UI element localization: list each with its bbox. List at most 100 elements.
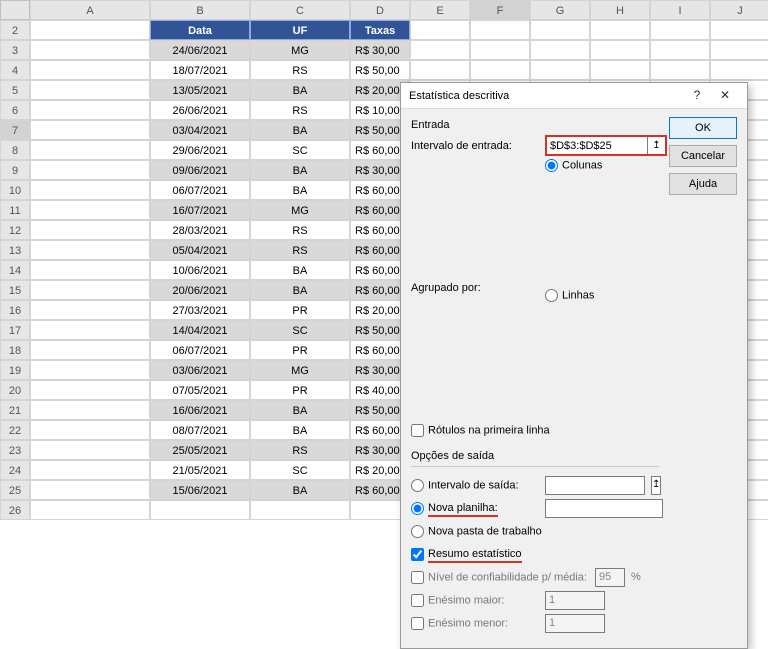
row-header-19[interactable]: 19 — [0, 360, 30, 380]
row-header-14[interactable]: 14 — [0, 260, 30, 280]
cell-A21[interactable] — [30, 400, 150, 420]
cell-E3[interactable] — [410, 40, 470, 60]
cell-B18[interactable]: 06/07/2021 — [150, 340, 250, 360]
row-header-5[interactable]: 5 — [0, 80, 30, 100]
cell-D4[interactable]: R$ 50,00 — [350, 60, 410, 80]
row-header-18[interactable]: 18 — [0, 340, 30, 360]
row-header-20[interactable]: 20 — [0, 380, 30, 400]
ok-button[interactable]: OK — [669, 117, 737, 139]
cell-A12[interactable] — [30, 220, 150, 240]
cell-C10[interactable]: BA — [250, 180, 350, 200]
cell-D3[interactable]: R$ 30,00 — [350, 40, 410, 60]
column-header-A[interactable]: A — [30, 0, 150, 20]
cell-C5[interactable]: BA — [250, 80, 350, 100]
cell-G2[interactable] — [530, 20, 590, 40]
cell-B2[interactable]: Data — [150, 20, 250, 40]
cell-C2[interactable]: UF — [250, 20, 350, 40]
row-header-7[interactable]: 7 — [0, 120, 30, 140]
select-all-corner[interactable] — [0, 0, 30, 20]
cell-B21[interactable]: 16/06/2021 — [150, 400, 250, 420]
cell-C8[interactable]: SC — [250, 140, 350, 160]
cell-C3[interactable]: MG — [250, 40, 350, 60]
help-icon[interactable]: ? — [683, 85, 711, 107]
cell-C17[interactable]: SC — [250, 320, 350, 340]
cell-C26[interactable] — [250, 500, 350, 520]
cell-B13[interactable]: 05/04/2021 — [150, 240, 250, 260]
cell-C12[interactable]: RS — [250, 220, 350, 240]
row-header-6[interactable]: 6 — [0, 100, 30, 120]
cell-C24[interactable]: SC — [250, 460, 350, 480]
cell-B19[interactable]: 03/06/2021 — [150, 360, 250, 380]
cell-C23[interactable]: RS — [250, 440, 350, 460]
radio-new-sheet[interactable]: Nova planilha: — [411, 502, 539, 515]
cell-A19[interactable] — [30, 360, 150, 380]
row-header-15[interactable]: 15 — [0, 280, 30, 300]
labels-first-row-checkbox[interactable]: Rótulos na primeira linha — [411, 424, 659, 437]
cell-B23[interactable]: 25/05/2021 — [150, 440, 250, 460]
cell-C25[interactable]: BA — [250, 480, 350, 500]
cell-H2[interactable] — [590, 20, 650, 40]
cell-F3[interactable] — [470, 40, 530, 60]
dialog-titlebar[interactable]: Estatística descritiva ? ✕ — [401, 83, 747, 109]
column-header-J[interactable]: J — [710, 0, 768, 20]
row-header-10[interactable]: 10 — [0, 180, 30, 200]
cell-B25[interactable]: 15/06/2021 — [150, 480, 250, 500]
cell-B10[interactable]: 06/07/2021 — [150, 180, 250, 200]
column-header-E[interactable]: E — [410, 0, 470, 20]
radio-new-workbook[interactable]: Nova pasta de trabalho — [411, 525, 659, 538]
row-header-25[interactable]: 25 — [0, 480, 30, 500]
cell-B26[interactable] — [150, 500, 250, 520]
cell-A24[interactable] — [30, 460, 150, 480]
cell-C21[interactable]: BA — [250, 400, 350, 420]
cell-A14[interactable] — [30, 260, 150, 280]
row-header-21[interactable]: 21 — [0, 400, 30, 420]
cell-B11[interactable]: 16/07/2021 — [150, 200, 250, 220]
input-range-ref-icon[interactable]: ↥ — [647, 137, 665, 154]
cell-A2[interactable] — [30, 20, 150, 40]
cell-A5[interactable] — [30, 80, 150, 100]
row-header-13[interactable]: 13 — [0, 240, 30, 260]
row-header-22[interactable]: 22 — [0, 420, 30, 440]
cell-C11[interactable]: MG — [250, 200, 350, 220]
row-header-9[interactable]: 9 — [0, 160, 30, 180]
cell-B15[interactable]: 20/06/2021 — [150, 280, 250, 300]
row-header-3[interactable]: 3 — [0, 40, 30, 60]
cell-B24[interactable]: 21/05/2021 — [150, 460, 250, 480]
cell-A18[interactable] — [30, 340, 150, 360]
cell-A23[interactable] — [30, 440, 150, 460]
new-sheet-name-field[interactable] — [545, 499, 663, 518]
confidence-level-checkbox[interactable]: Nível de confiabilidade p/ média: — [411, 571, 589, 584]
row-header-24[interactable]: 24 — [0, 460, 30, 480]
cell-E4[interactable] — [410, 60, 470, 80]
kth-smallest-checkbox[interactable]: Enésimo menor: — [411, 617, 539, 630]
cell-A25[interactable] — [30, 480, 150, 500]
cell-A22[interactable] — [30, 420, 150, 440]
cell-C15[interactable]: BA — [250, 280, 350, 300]
cell-A8[interactable] — [30, 140, 150, 160]
cell-H3[interactable] — [590, 40, 650, 60]
cell-A10[interactable] — [30, 180, 150, 200]
cell-A6[interactable] — [30, 100, 150, 120]
row-header-16[interactable]: 16 — [0, 300, 30, 320]
row-header-23[interactable]: 23 — [0, 440, 30, 460]
column-header-G[interactable]: G — [530, 0, 590, 20]
cell-B17[interactable]: 14/04/2021 — [150, 320, 250, 340]
cell-J4[interactable] — [710, 60, 768, 80]
cell-A13[interactable] — [30, 240, 150, 260]
cell-A3[interactable] — [30, 40, 150, 60]
row-header-26[interactable]: 26 — [0, 500, 30, 520]
cell-B7[interactable]: 03/04/2021 — [150, 120, 250, 140]
radio-rows[interactable]: Linhas — [545, 289, 602, 417]
cell-A15[interactable] — [30, 280, 150, 300]
cell-C18[interactable]: PR — [250, 340, 350, 360]
cell-G4[interactable] — [530, 60, 590, 80]
cell-C19[interactable]: MG — [250, 360, 350, 380]
cell-A16[interactable] — [30, 300, 150, 320]
cell-A17[interactable] — [30, 320, 150, 340]
row-header-17[interactable]: 17 — [0, 320, 30, 340]
cell-C6[interactable]: RS — [250, 100, 350, 120]
cell-J3[interactable] — [710, 40, 768, 60]
cell-A4[interactable] — [30, 60, 150, 80]
cell-B14[interactable]: 10/06/2021 — [150, 260, 250, 280]
cell-I3[interactable] — [650, 40, 710, 60]
